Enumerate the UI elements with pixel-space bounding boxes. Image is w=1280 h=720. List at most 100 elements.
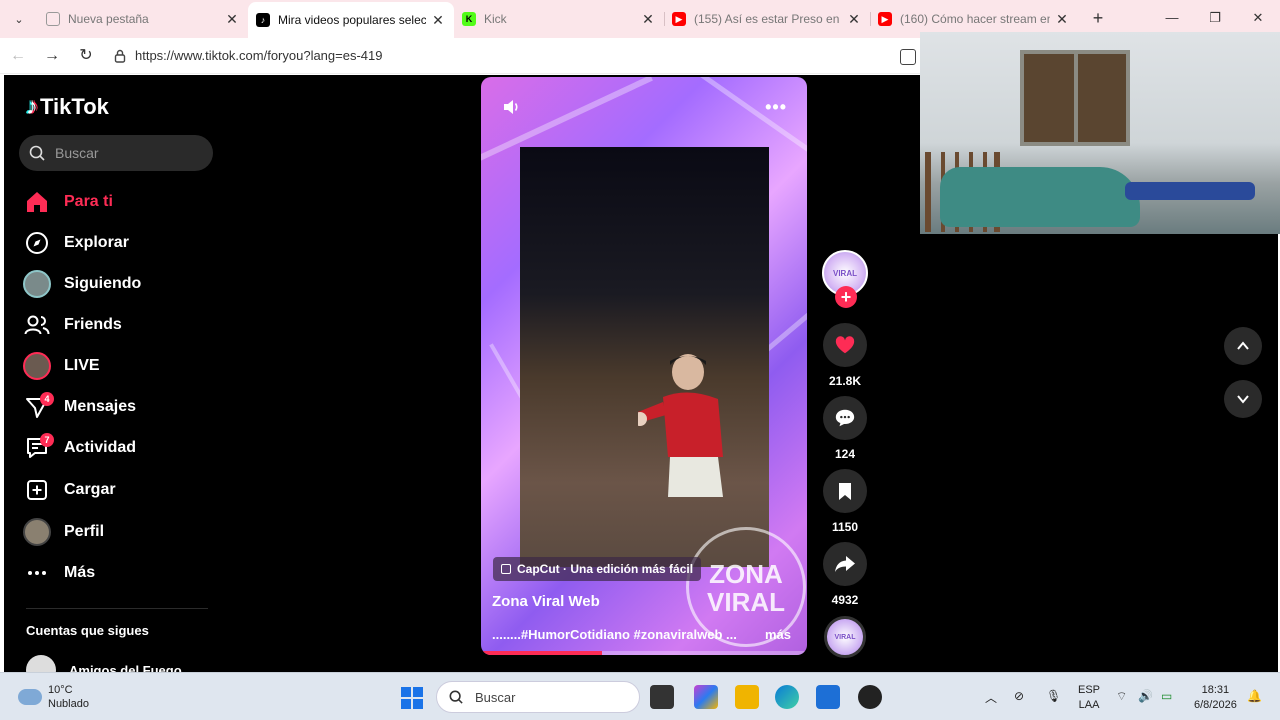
person-figure [638,354,723,497]
bookmark-icon [839,483,851,500]
home-icon [22,187,52,217]
share-button[interactable] [823,542,867,586]
search-placeholder: Buscar [55,145,99,161]
account-avatar [26,655,56,672]
microsoft-365-icon[interactable] [694,685,718,709]
microphone-icon[interactable]: 🎙 [1046,689,1061,703]
more-icon [22,558,52,588]
store-icon[interactable] [816,685,840,709]
more-button[interactable]: más [765,627,791,642]
previous-video-button[interactable] [1224,327,1262,365]
restore-button[interactable]: ❐ [1205,8,1225,28]
tiktok-logo[interactable]: ♪ TikTok [26,93,109,121]
room-window [1020,50,1130,146]
menu-siguiendo[interactable]: Siguiendo [22,266,222,302]
menu-friends[interactable]: Friends [22,307,222,343]
menu-para-ti[interactable]: Para ti [22,184,222,220]
menu-actividad[interactable]: 7 Actividad [22,430,222,466]
webcam-overlay [920,32,1280,234]
share-icon [835,556,855,572]
like-button[interactable] [823,323,867,367]
tab-close-icon[interactable]: ✕ [1054,11,1070,28]
start-button[interactable] [401,687,423,709]
taskbar-search[interactable]: Buscar [436,681,640,713]
tab-youtube-preso[interactable]: ▶ (155) Así es estar Preso en la Cárcel … [664,4,871,34]
account-name: Amigos del Fuego [69,662,182,673]
close-window-button[interactable]: ✕ [1248,8,1268,28]
following-account[interactable]: Amigos del Fuego [26,655,182,672]
tab-title: Nueva pestaña [68,12,149,26]
menu-live[interactable]: LIVE [22,348,222,384]
share-action[interactable]: 4932 [822,542,868,607]
tab-close-icon[interactable]: ✕ [430,12,446,29]
follow-plus-button[interactable]: + [835,286,857,308]
chevron-down-icon [1237,395,1249,404]
search-icon [449,690,463,704]
language-indicator[interactable]: ESP LAA [1078,683,1100,713]
url-field[interactable]: https://www.tiktok.com/foryou?lang=es-41… [135,48,382,63]
reload-button[interactable]: ↻ [76,46,96,66]
comment-action[interactable]: 124 [822,396,868,461]
saves-count: 1150 [831,520,859,534]
video-author[interactable]: Zona Viral Web [492,593,600,610]
edge-icon[interactable] [775,685,799,709]
volume-icon[interactable] [501,97,521,117]
menu-cargar[interactable]: Cargar [22,472,222,508]
video-progress-bar[interactable] [481,651,807,655]
site-info-icon[interactable] [113,49,127,63]
likes-count: 21.8K [828,374,862,388]
network-off-icon[interactable]: ⊘ [1014,689,1024,703]
show-hidden-icons[interactable]: ︿ [985,689,997,706]
task-view-icon[interactable] [650,685,674,709]
music-disc[interactable]: VIRAL [824,616,866,658]
tab-youtube-stream[interactable]: ▶ (160) Cómo hacer stream en 2 plataform… [870,4,1078,34]
speaker-icon[interactable]: 🔊 [1138,689,1153,703]
activity-icon: 7 [22,433,54,463]
search-icon [29,145,45,161]
save-button[interactable] [823,469,867,513]
capcut-icon [501,564,511,574]
menu-mensajes[interactable]: 4 Mensajes [22,389,222,425]
chevron-up-icon [1237,341,1249,350]
cloud-icon [18,689,42,705]
youtube-icon: ▶ [672,12,686,26]
tab-tiktok[interactable]: ♪ Mira videos populares seleccionados ✕ [248,2,454,38]
wifi-icon[interactable]: ⌔ [1116,689,1127,704]
kick-icon: K [462,12,476,26]
menu-mas[interactable]: Más [22,555,222,591]
tab-close-icon[interactable]: ✕ [640,11,656,28]
notifications-icon[interactable]: 🔔 [1247,689,1262,703]
blanket [940,167,1140,227]
obs-icon[interactable] [858,685,882,709]
tab-search-chevron-icon[interactable]: ⌄ [8,8,30,30]
forward-button[interactable]: → [42,46,62,66]
file-explorer-icon[interactable] [735,685,759,709]
activity-badge: 7 [40,433,54,447]
app-available-icon[interactable] [900,49,916,65]
comment-button[interactable] [823,396,867,440]
following-section-title: Cuentas que sigues [26,623,149,638]
menu-explorar[interactable]: Explorar [22,225,222,261]
tab-close-icon[interactable]: ✕ [846,11,862,28]
blue-cloth [1125,182,1255,200]
save-action[interactable]: 1150 [822,469,868,534]
tab-close-icon[interactable]: ✕ [224,11,240,28]
back-button[interactable]: ← [8,46,28,66]
clock[interactable]: 18:31 6/8/2026 [1194,683,1237,713]
battery-icon[interactable]: ▭ [1161,689,1172,703]
tab-kick[interactable]: K Kick ✕ [454,4,665,34]
video-player[interactable]: ••• ZONA VIRAL CapCut · Una edición más … [481,77,807,655]
tab-new-tab[interactable]: Nueva pestaña ✕ [38,4,249,34]
upload-icon [22,475,52,505]
like-action[interactable]: 21.8K [822,323,868,388]
tab-title: (160) Cómo hacer stream en 2 plataformas [900,12,1050,26]
capcut-tag[interactable]: CapCut · Una edición más fácil [493,557,702,581]
next-video-button[interactable] [1224,380,1262,418]
minimize-button[interactable]: — [1162,8,1182,28]
weather-widget[interactable]: 10°C Nublado [18,683,89,711]
search-input[interactable]: Buscar [19,135,213,171]
live-avatar [22,351,52,381]
menu-perfil[interactable]: Perfil [22,514,222,550]
video-options-icon[interactable]: ••• [765,97,787,118]
new-tab-button[interactable]: + [1088,8,1108,28]
